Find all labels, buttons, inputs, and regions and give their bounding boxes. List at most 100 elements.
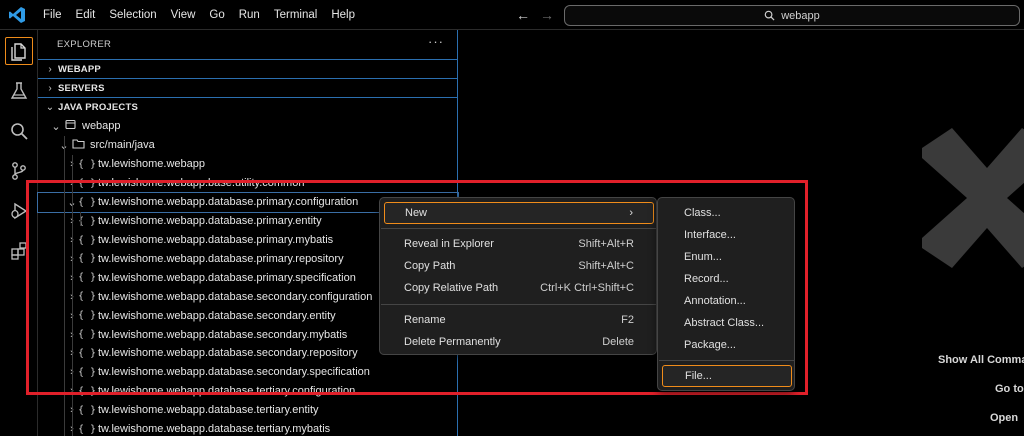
tree-package-item[interactable]: ›{ }tw.lewishome.webapp: [38, 155, 458, 174]
submenu-abstract-class[interactable]: Abstract Class...: [662, 312, 792, 334]
activity-search[interactable]: [0, 112, 38, 150]
section-webapp[interactable]: › WEBAPP: [38, 59, 458, 78]
explorer-title: EXPLORER: [57, 39, 112, 50]
tree-package-item[interactable]: ›{ }tw.lewishome.webapp.database.seconda…: [38, 363, 458, 382]
package-icon: { }: [78, 291, 97, 303]
welcome-open: Open: [990, 412, 1019, 424]
menu-item-copy-relative-path[interactable]: Copy Relative Path Ctrl+K Ctrl+Shift+C: [384, 277, 654, 299]
package-icon: { }: [78, 196, 97, 208]
submenu-file[interactable]: File...: [662, 365, 792, 387]
package-label: tw.lewishome.webapp.base.utility.common: [98, 177, 305, 190]
back-arrow-icon[interactable]: ←: [516, 7, 530, 23]
chevron-down-icon: ⌄: [51, 120, 61, 133]
package-label: tw.lewishome.webapp.database.secondary.c…: [98, 290, 373, 303]
menu-view[interactable]: View: [164, 0, 203, 30]
tree-package-item[interactable]: ›{ }tw.lewishome.webapp.database.tertiar…: [38, 382, 458, 401]
submenu-annotation[interactable]: Annotation...: [662, 290, 792, 312]
package-icon: { }: [78, 366, 97, 378]
package-label: tw.lewishome.webapp.database.tertiary.co…: [98, 385, 356, 398]
folder-icon: [70, 138, 86, 152]
search-icon: [764, 10, 775, 21]
menu-item-rename[interactable]: Rename F2: [384, 309, 654, 331]
welcome-show-all-commands: Show All Comma: [938, 354, 1024, 366]
navigation-arrows: ← →: [516, 0, 554, 30]
run-debug-icon: [11, 202, 28, 220]
menu-item-new[interactable]: New ›: [384, 202, 654, 224]
project-icon: [62, 119, 78, 133]
submenu-class[interactable]: Class...: [662, 202, 792, 224]
activity-testing[interactable]: [0, 72, 38, 110]
submenu-record[interactable]: Record...: [662, 268, 792, 290]
package-label: tw.lewishome.webapp: [98, 158, 206, 171]
package-label: tw.lewishome.webapp.database.secondary.r…: [98, 347, 358, 360]
chevron-right-icon: ›: [629, 207, 633, 219]
package-label: tw.lewishome.webapp.database.secondary.s…: [98, 366, 370, 379]
package-label: tw.lewishome.webapp.database.tertiary.my…: [98, 423, 331, 436]
menu-run[interactable]: Run: [232, 0, 267, 30]
activity-explorer[interactable]: [0, 32, 38, 70]
welcome-go-to: Go to: [995, 383, 1024, 395]
package-label: tw.lewishome.webapp.database.secondary.e…: [98, 309, 336, 322]
package-label: tw.lewishome.webapp.database.primary.myb…: [98, 234, 334, 247]
chevron-down-icon: ⌄: [45, 101, 55, 113]
package-icon: { }: [78, 347, 97, 359]
package-icon: { }: [78, 158, 97, 170]
menu-bar: File Edit Selection View Go Run Terminal…: [36, 0, 362, 30]
menu-edit[interactable]: Edit: [69, 0, 103, 30]
activity-bar: [0, 30, 38, 436]
vscode-watermark-icon: [922, 128, 1024, 268]
menu-file[interactable]: File: [36, 0, 69, 30]
package-icon: { }: [78, 404, 97, 416]
menu-item-copy-path[interactable]: Copy Path Shift+Alt+C: [384, 255, 654, 277]
menu-terminal[interactable]: Terminal: [267, 0, 324, 30]
tree-package-item[interactable]: ›{ }tw.lewishome.webapp.database.tertiar…: [38, 420, 458, 436]
package-icon: { }: [78, 423, 97, 435]
more-actions-icon[interactable]: ···: [428, 34, 444, 49]
section-java-projects[interactable]: ⌄ JAVA PROJECTS: [38, 97, 458, 116]
menu-item-reveal-in-explorer[interactable]: Reveal in Explorer Shift+Alt+R: [384, 233, 654, 255]
package-label: tw.lewishome.webapp.database.primary.rep…: [98, 252, 344, 265]
menu-help[interactable]: Help: [324, 0, 362, 30]
package-label: tw.lewishome.webapp.database.primary.ent…: [98, 215, 322, 228]
chevron-right-icon: ›: [48, 82, 52, 94]
menu-item-delete-permanently[interactable]: Delete Permanently Delete: [384, 331, 654, 353]
section-servers[interactable]: › SERVERS: [38, 78, 458, 97]
extensions-icon: [11, 242, 27, 260]
menu-selection[interactable]: Selection: [102, 0, 163, 30]
activity-extensions[interactable]: [0, 232, 38, 270]
tree-src-folder[interactable]: ⌄ src/main/java: [38, 136, 458, 155]
explorer-icon: [11, 43, 26, 61]
package-icon: { }: [78, 253, 97, 265]
submenu-package[interactable]: Package...: [662, 334, 792, 356]
package-label: tw.lewishome.webapp.database.primary.con…: [98, 196, 359, 209]
package-icon: { }: [78, 272, 97, 284]
explorer-header: EXPLORER ···: [38, 30, 458, 58]
chevron-right-icon: ›: [48, 63, 52, 75]
testing-flask-icon: [10, 82, 28, 99]
forward-arrow-icon[interactable]: →: [540, 7, 554, 23]
new-submenu: Class... Interface... Enum... Record... …: [657, 197, 795, 391]
search-text: webapp: [781, 9, 820, 22]
title-bar: File Edit Selection View Go Run Terminal…: [0, 0, 1024, 30]
package-icon: { }: [78, 385, 97, 397]
package-label: tw.lewishome.webapp.database.tertiary.en…: [98, 404, 319, 417]
package-icon: { }: [78, 234, 97, 246]
command-center-search[interactable]: webapp: [564, 5, 1020, 26]
package-label: tw.lewishome.webapp.database.primary.spe…: [98, 271, 356, 284]
package-label: tw.lewishome.webapp.database.secondary.m…: [98, 328, 348, 341]
context-menu: New › Reveal in Explorer Shift+Alt+R Copy…: [379, 197, 657, 355]
search-icon: [11, 123, 28, 140]
activity-run-debug[interactable]: [0, 192, 38, 230]
submenu-enum[interactable]: Enum...: [662, 246, 792, 268]
package-icon: { }: [78, 177, 97, 189]
source-control-icon: [12, 162, 26, 180]
tree-project-webapp[interactable]: ⌄ webapp: [38, 117, 458, 136]
package-icon: { }: [78, 329, 97, 341]
activity-source-control[interactable]: [0, 152, 38, 190]
package-icon: { }: [78, 310, 97, 322]
vscode-logo-icon: [9, 7, 25, 23]
tree-package-item[interactable]: ›{ }tw.lewishome.webapp.base.utility.com…: [38, 174, 458, 193]
submenu-interface[interactable]: Interface...: [662, 224, 792, 246]
tree-package-item[interactable]: ›{ }tw.lewishome.webapp.database.tertiar…: [38, 401, 458, 420]
menu-go[interactable]: Go: [202, 0, 231, 30]
